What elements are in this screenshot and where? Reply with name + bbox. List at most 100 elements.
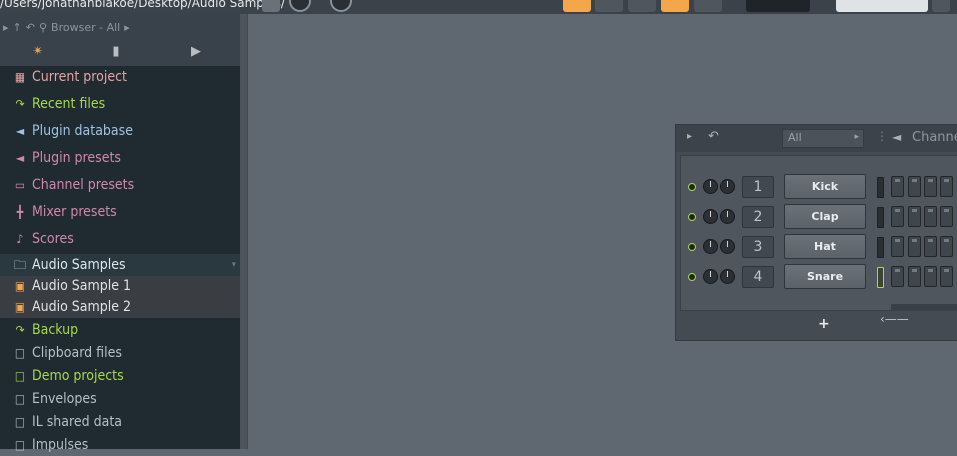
channel-mute-led[interactable] [688,273,696,281]
channel-name-button[interactable]: Hat [784,234,866,259]
toolbar-button[interactable] [628,0,656,12]
channel-pan-knob[interactable] [720,179,735,194]
step-button[interactable] [940,206,953,227]
browser-item-label: Clipboard files [32,345,122,361]
channel-pan-knob[interactable] [720,209,735,224]
chevron-right-icon[interactable]: ▸ [687,131,692,142]
toolbar-button[interactable] [262,0,280,12]
browser-item-impulses[interactable]: □ Impulses [0,434,240,456]
channel-mute-led[interactable] [688,213,696,221]
channel-row: 2 Clap [681,204,957,234]
channel-name-button[interactable]: Kick [784,174,866,199]
main-pitch-knob[interactable] [330,0,352,12]
panel-splitter[interactable] [240,14,248,449]
grip-icon[interactable]: ⋮ [876,129,888,143]
channel-mixer-track[interactable]: 1 [742,176,774,198]
channel-name-button[interactable]: Clap [784,204,866,229]
step-button[interactable] [908,176,921,197]
toolbar-button[interactable] [932,0,950,12]
chevron-right-icon[interactable]: ▸ [3,21,9,34]
channel-mixer-track[interactable]: 2 [742,206,774,228]
step-button[interactable] [924,206,937,227]
channel-row: 1 Kick [681,174,957,204]
speaker-icon: ◄ [892,130,902,144]
channel-rack-titlebar[interactable]: ▸ ↶ All ▸ ⋮ ◄ Channe [676,125,957,152]
audio-file-icon: ▣ [14,300,26,314]
tab-all[interactable]: ✴ [26,41,50,63]
speaker-icon: ◄ [15,124,25,138]
browser-item-demo-projects[interactable]: □ Demo projects [0,365,240,387]
channel-volume-knob[interactable] [703,269,718,284]
chevron-right-icon[interactable]: ▸ [124,21,130,34]
add-channel-button[interactable]: + [818,316,830,332]
zoom-slider-icon[interactable]: ‹—— [880,312,909,326]
document-icon: ▦ [14,70,26,84]
browser-item-plugin-database[interactable]: ◄ Plugin database [0,120,240,142]
toolbar-orange-button[interactable] [661,0,689,12]
browser-item-current-project[interactable]: ▦ Current project [0,66,240,88]
channel-mixer-track[interactable]: 4 [742,266,774,288]
channel-name-button[interactable]: Snare [784,264,866,289]
browser-item-il-shared-data[interactable]: □ IL shared data [0,411,240,433]
browser-item-audio-samples[interactable]: 🗀 Audio Samples ▾ [0,254,240,276]
step-button[interactable] [891,236,904,257]
step-button[interactable] [891,206,904,227]
channel-select-indicator[interactable] [877,207,884,228]
channel-pan-knob[interactable] [720,239,735,254]
folder-open-icon: □ [14,369,26,383]
channel-filter-select[interactable]: All ▸ [782,129,864,148]
step-button[interactable] [940,266,953,287]
browser-item-channel-presets[interactable]: ▭ Channel presets [0,174,240,196]
channel-icon: ▭ [14,178,26,192]
browser-item-clipboard-files[interactable]: □ Clipboard files [0,342,240,364]
channel-volume-knob[interactable] [703,239,718,254]
tempo-display[interactable] [746,0,810,12]
step-button[interactable] [924,236,937,257]
browser-panel: ▸ ↑ ↶ ⚲ Browser - All ▸ ✴ ▮ ▶ ▦ Current … [0,14,240,453]
channel-volume-knob[interactable] [703,209,718,224]
channel-pan-knob[interactable] [720,269,735,284]
browser-item-backup[interactable]: ↷ Backup [0,319,240,341]
browser-item-label: Envelopes [32,391,97,407]
toolbar-button[interactable] [595,0,623,12]
search-icon[interactable]: ⚲ [39,21,47,34]
browser-item-envelopes[interactable]: □ Envelopes [0,388,240,410]
browser-item-scores[interactable]: ♪ Scores [0,228,240,250]
up-arrow-icon[interactable]: ↑ [13,21,22,34]
tab-current-project[interactable]: ▮ [104,41,128,63]
undo-icon[interactable]: ↶ [708,129,719,144]
channel-select-indicator[interactable] [877,267,884,288]
chevron-down-icon[interactable]: ▾ [232,254,236,276]
channel-select-indicator[interactable] [877,237,884,258]
browser-item-label: Audio Samples [32,257,126,273]
main-volume-knob[interactable] [289,0,311,12]
top-toolbar: /Users/jonathanblakoe/Desktop/Audio Samp… [0,0,957,14]
step-button[interactable] [891,176,904,197]
tab-plugins[interactable]: ▶ [184,41,208,63]
browser-item-audio-sample-1[interactable]: ▣ Audio Sample 1 [0,276,240,297]
channel-mute-led[interactable] [688,243,696,251]
step-button[interactable] [924,266,937,287]
step-button[interactable] [940,236,953,257]
browser-breadcrumb: Browser - All [51,20,121,34]
step-button[interactable] [908,206,921,227]
browser-item-audio-sample-2[interactable]: ▣ Audio Sample 2 [0,297,240,318]
channel-volume-knob[interactable] [703,179,718,194]
browser-item-mixer-presets[interactable]: ╋ Mixer presets [0,201,240,223]
channel-mute-led[interactable] [688,183,696,191]
step-button[interactable] [891,266,904,287]
toolbar-orange-button[interactable] [563,0,591,12]
browser-item-plugin-presets[interactable]: ◄ Plugin presets [0,147,240,169]
channel-select-indicator[interactable] [877,177,884,198]
step-button[interactable] [924,176,937,197]
channel-filter-value: All [788,131,802,144]
toolbar-button[interactable] [694,0,722,12]
undo-icon[interactable]: ↶ [26,21,35,34]
pattern-selector[interactable] [836,0,928,12]
step-button[interactable] [908,266,921,287]
step-button[interactable] [940,176,953,197]
speaker-icon: ◄ [15,151,25,165]
step-button[interactable] [908,236,921,257]
browser-item-recent-files[interactable]: ↷ Recent files [0,93,240,115]
channel-mixer-track[interactable]: 3 [742,236,774,258]
